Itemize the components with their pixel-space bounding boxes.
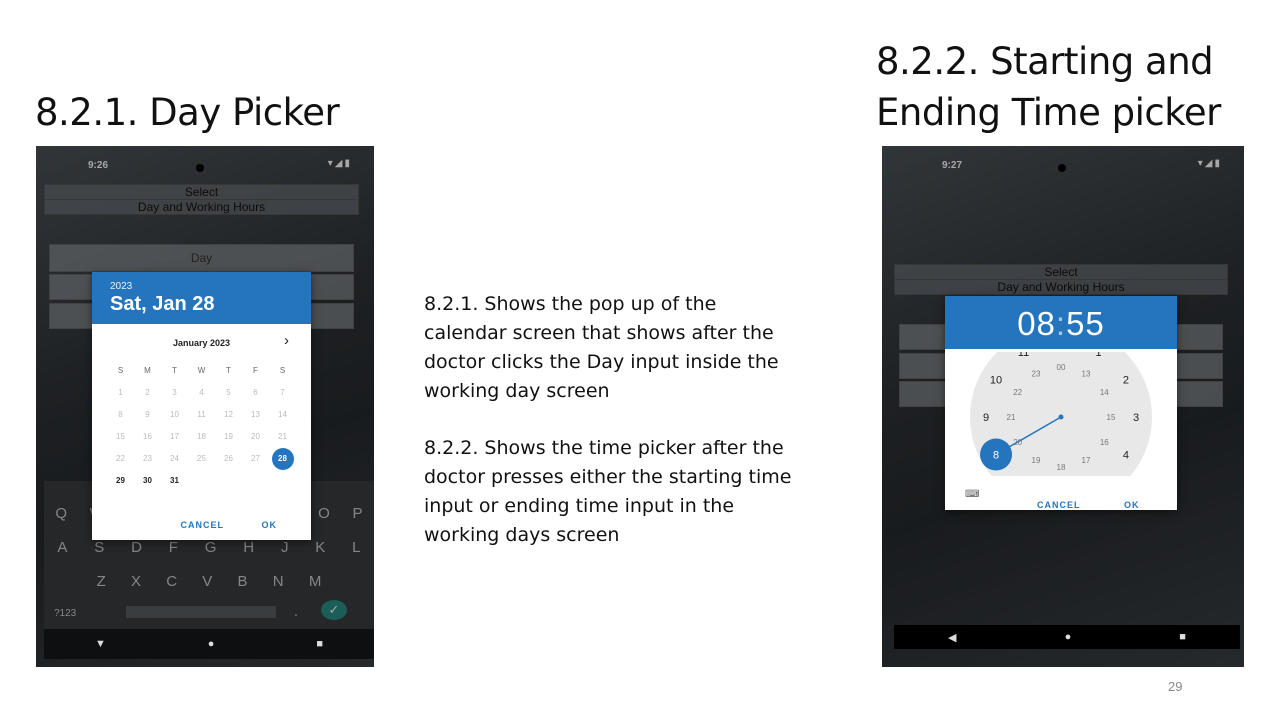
ok-button[interactable]: OK [262, 520, 278, 530]
weekday-label: W [197, 366, 206, 375]
picker-selected-date: Sat, Jan 28 [110, 293, 215, 315]
calendar-day[interactable]: 30 [134, 470, 161, 492]
nav-bar: ◀ ● ■ [894, 625, 1240, 649]
calendar-day[interactable]: 24 [161, 448, 188, 470]
clock-hour-11[interactable]: 11 [1018, 352, 1029, 359]
clock-hour-4[interactable]: 4 [1123, 449, 1129, 461]
clock-hour-19[interactable]: 19 [1032, 456, 1041, 465]
calendar-day[interactable]: 21 [269, 426, 296, 448]
clock-hour-3[interactable]: 3 [1133, 412, 1139, 424]
clock-hour-23[interactable]: 23 [1032, 369, 1041, 378]
picker-year[interactable]: 2023 [110, 281, 311, 292]
recents-icon[interactable]: ■ [1179, 631, 1186, 643]
weekday-label: M [144, 366, 151, 375]
calendar-day[interactable]: 15 [107, 426, 134, 448]
calendar-day[interactable]: 6 [242, 382, 269, 404]
clock-hour-17[interactable]: 17 [1082, 456, 1091, 465]
calendar-day[interactable]: 17 [161, 426, 188, 448]
hour-display[interactable]: 08 [1017, 305, 1056, 342]
weekday-label: S [117, 366, 124, 375]
weekday-label: T [172, 366, 177, 375]
calendar-day[interactable]: 29 [107, 470, 134, 492]
cancel-button[interactable]: CANCEL [1037, 500, 1081, 510]
weekday-label: S [279, 366, 286, 375]
calendar-day[interactable]: 7 [269, 382, 296, 404]
slide-description: 8.2.1. Shows the pop up of the calendar … [424, 290, 804, 578]
clock-hour-22[interactable]: 22 [1013, 388, 1022, 397]
month-label: January 2023 [172, 338, 231, 348]
minute-display[interactable]: 55 [1066, 305, 1105, 342]
calendar-day[interactable]: 10 [161, 404, 188, 426]
clock-hour-15[interactable]: 15 [1107, 413, 1116, 422]
calendar-day[interactable]: 26 [215, 448, 242, 470]
weekday-label: F [253, 366, 258, 375]
calendar-day[interactable]: 8 [107, 404, 134, 426]
calendar-day[interactable]: 3 [161, 382, 188, 404]
calendar-day[interactable]: 1 [107, 382, 134, 404]
calendar-day[interactable]: 16 [134, 426, 161, 448]
slide-title-time-picker: 8.2.2. Starting and Ending Time picker [876, 40, 1221, 134]
calendar-day[interactable]: 23 [134, 448, 161, 470]
calendar-day[interactable]: 9 [134, 404, 161, 426]
calendar-day[interactable]: 20 [242, 426, 269, 448]
clock-hour-18[interactable]: 18 [1057, 463, 1066, 472]
calendar-day[interactable]: 31 [161, 470, 188, 492]
calendar-day[interactable]: 18 [188, 426, 215, 448]
dialog-actions: CANCEL OK [180, 520, 311, 530]
clock-hour-00[interactable]: 00 [1057, 363, 1066, 372]
slide-title-day-picker: 8.2.1. Day Picker [35, 91, 340, 134]
keyboard-icon[interactable]: ⌨ [965, 489, 979, 500]
calendar-day[interactable]: 5 [215, 382, 242, 404]
calendar-day[interactable]: 19 [215, 426, 242, 448]
recents-icon[interactable]: ■ [316, 638, 323, 650]
calendar-day[interactable]: 22 [107, 448, 134, 470]
clock-hour-21[interactable]: 21 [1007, 413, 1016, 422]
calendar-day[interactable]: 25 [188, 448, 215, 470]
home-icon[interactable]: ● [208, 638, 215, 650]
clock-hour-20[interactable]: 20 [1013, 438, 1022, 447]
calendar-day[interactable]: 27 [242, 448, 269, 470]
clock-hour-9[interactable]: 9 [983, 412, 989, 424]
chevron-right-icon[interactable]: › [284, 332, 289, 349]
calendar-day[interactable]: 28 [269, 448, 296, 470]
weekday-label: T [226, 366, 231, 375]
home-icon[interactable]: ● [1065, 631, 1072, 643]
calendar-day[interactable]: 12 [215, 404, 242, 426]
slide-number: 29 [1168, 679, 1183, 694]
calendar-day[interactable]: 13 [242, 404, 269, 426]
description-time-picker: 8.2.2. Shows the time picker after the d… [424, 437, 792, 546]
clock-hour-10[interactable]: 10 [990, 374, 1002, 386]
date-picker-dialog: 2023 Sat, Jan 28 January 2023 › SMTWTFS1… [92, 272, 311, 540]
calendar-day[interactable]: 11 [188, 404, 215, 426]
clock-hour-14[interactable]: 14 [1100, 388, 1109, 397]
cancel-button[interactable]: CANCEL [180, 520, 224, 530]
clock-center [1058, 414, 1064, 420]
nav-bar: ▼ ● ■ [44, 629, 374, 659]
calendar-day[interactable]: 14 [269, 404, 296, 426]
time-separator: : [1055, 305, 1067, 342]
clock-hour-13[interactable]: 13 [1082, 369, 1091, 378]
calendar-day[interactable]: 4 [188, 382, 215, 404]
ok-button[interactable]: OK [1124, 500, 1140, 510]
clock-hour-1[interactable]: 1 [1095, 352, 1101, 359]
calendar-day[interactable]: 2 [134, 382, 161, 404]
clock-face[interactable]: 121234567891011001314151617181920212223 [945, 352, 1177, 476]
phone-screenshot-day-picker: 9:26 ▾◢▮ Select Day and Working Hours Da… [36, 146, 374, 667]
back-icon[interactable]: ▼ [95, 638, 106, 650]
calendar-grid: S M T W T F S 1 2 3 4 5 6 7 8 9 10 11 12 13 14 15 16 17 18 19 20 21… [107, 360, 296, 492]
back-icon[interactable]: ◀ [948, 631, 956, 644]
description-day-picker: 8.2.1. Shows the pop up of the calendar … [424, 293, 779, 402]
phone-screenshot-time-picker: 9:27 ▾◢▮ Select Day and Working Hours ◀ … [882, 146, 1244, 667]
clock-hour-16[interactable]: 16 [1100, 438, 1109, 447]
time-picker-header: 08:55 [945, 296, 1177, 349]
time-picker-dialog: 08:55 1212345678910110013141516171819202… [945, 296, 1177, 510]
clock-hour-2[interactable]: 2 [1123, 374, 1129, 386]
date-picker-header: 2023 Sat, Jan 28 [92, 272, 311, 324]
clock-hour-8[interactable]: 8 [993, 449, 999, 461]
